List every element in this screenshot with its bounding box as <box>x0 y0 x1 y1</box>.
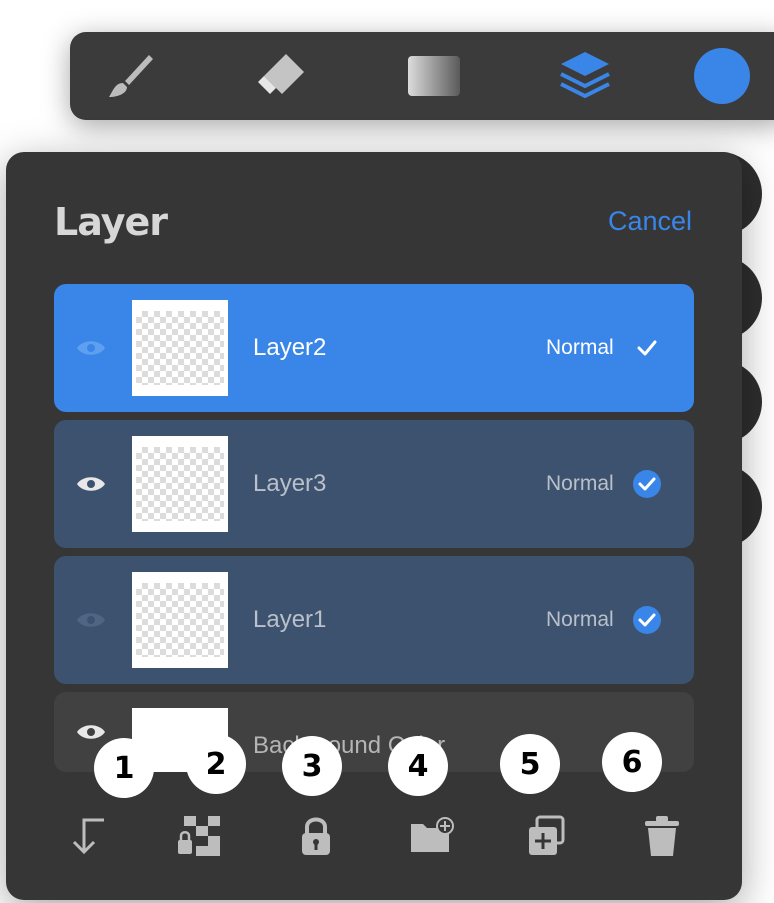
layer-thumbnail <box>132 572 228 668</box>
gradient-icon[interactable] <box>406 48 462 104</box>
top-toolbar <box>70 32 774 120</box>
cancel-button[interactable]: Cancel <box>608 206 692 237</box>
blend-mode[interactable]: Normal <box>546 472 614 496</box>
eye-icon[interactable] <box>76 338 106 358</box>
layers-icon[interactable] <box>557 48 613 104</box>
number-badge: 5 <box>500 734 560 794</box>
blend-mode[interactable]: Normal <box>546 608 614 632</box>
layer-thumbnail <box>132 300 228 396</box>
layer-row[interactable]: Layer3 Normal <box>54 420 694 548</box>
color-swatch[interactable] <box>694 48 750 104</box>
lock-icon[interactable] <box>292 812 340 860</box>
trash-icon[interactable] <box>638 812 686 860</box>
layer-name: Layer1 <box>253 606 327 633</box>
layer-thumbnail <box>132 436 228 532</box>
layer-row[interactable]: Layer1 Normal <box>54 556 694 684</box>
layer-name: Layer2 <box>253 334 327 361</box>
merge-down-icon[interactable] <box>60 812 108 860</box>
number-badge: 6 <box>602 732 662 792</box>
number-badge: 3 <box>282 736 342 796</box>
number-badge: 1 <box>94 738 154 798</box>
layer-row[interactable]: Layer2 Normal <box>54 284 694 412</box>
layer-name: Layer3 <box>253 470 327 497</box>
eye-icon[interactable] <box>76 474 106 494</box>
eye-icon[interactable] <box>76 722 106 742</box>
panel-title: Layer <box>54 200 168 244</box>
check-circle-icon[interactable] <box>632 605 662 635</box>
eraser-icon[interactable] <box>254 48 310 104</box>
blend-mode[interactable]: Normal <box>546 336 614 360</box>
number-badge: 4 <box>388 736 448 796</box>
alpha-lock-icon[interactable] <box>176 812 224 860</box>
eye-icon[interactable] <box>76 610 106 630</box>
duplicate-icon[interactable] <box>522 812 570 860</box>
new-group-icon[interactable] <box>408 812 456 860</box>
check-icon[interactable] <box>632 333 662 363</box>
check-circle-icon[interactable] <box>632 469 662 499</box>
number-badge: 2 <box>186 734 246 794</box>
brush-icon[interactable] <box>102 48 158 104</box>
